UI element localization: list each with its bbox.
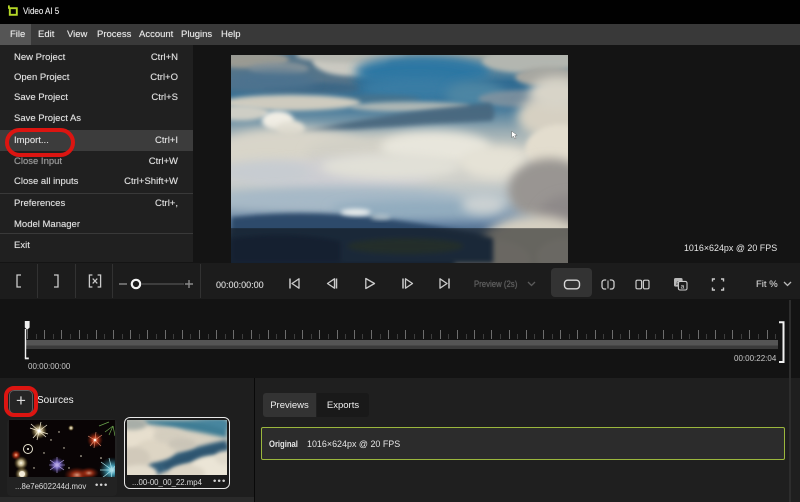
svg-text:a: a (681, 283, 685, 290)
